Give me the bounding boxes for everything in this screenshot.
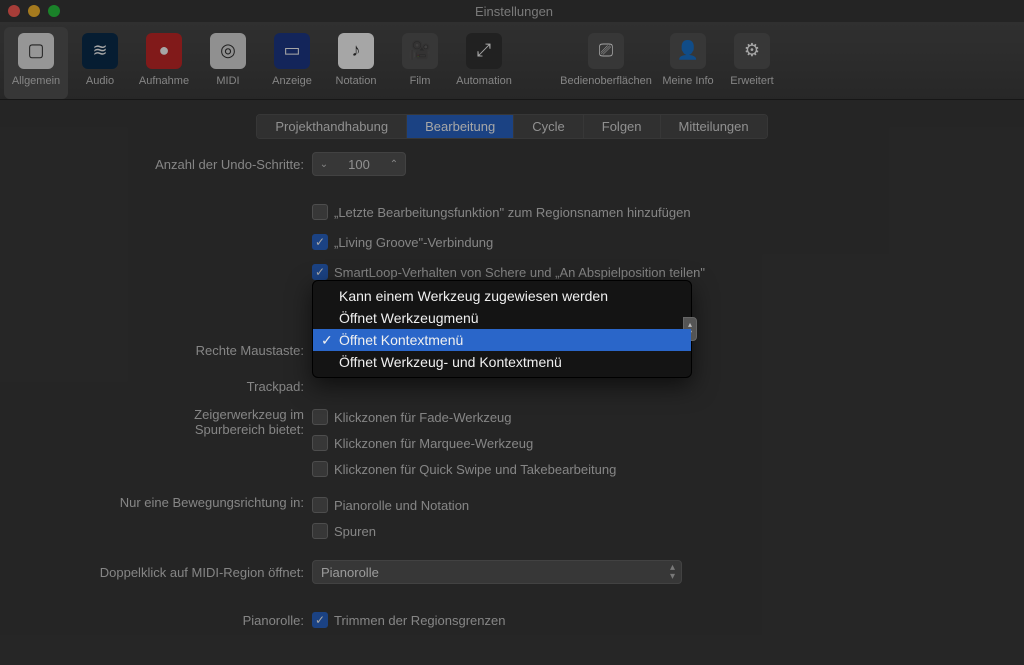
menu-item[interactable]: Kann einem Werkzeug zugewiesen werden [313, 285, 691, 307]
menu-item[interactable]: Öffnet Werkzeug- und Kontextmenü [313, 351, 691, 373]
menu-item[interactable]: Öffnet Werkzeugmenü [313, 307, 691, 329]
menu-item-label: Öffnet Werkzeugmenü [339, 310, 479, 326]
menu-item-label: Öffnet Werkzeug- und Kontextmenü [339, 354, 562, 370]
menu-item-label: Kann einem Werkzeug zugewiesen werden [339, 288, 608, 304]
right-mouse-menu: ▴▾ Kann einem Werkzeug zugewiesen werden… [312, 280, 692, 378]
menu-item[interactable]: ✓ Öffnet Kontextmenü [313, 329, 691, 351]
checkmark-icon: ✓ [321, 332, 333, 349]
menu-item-label: Öffnet Kontextmenü [339, 332, 463, 348]
